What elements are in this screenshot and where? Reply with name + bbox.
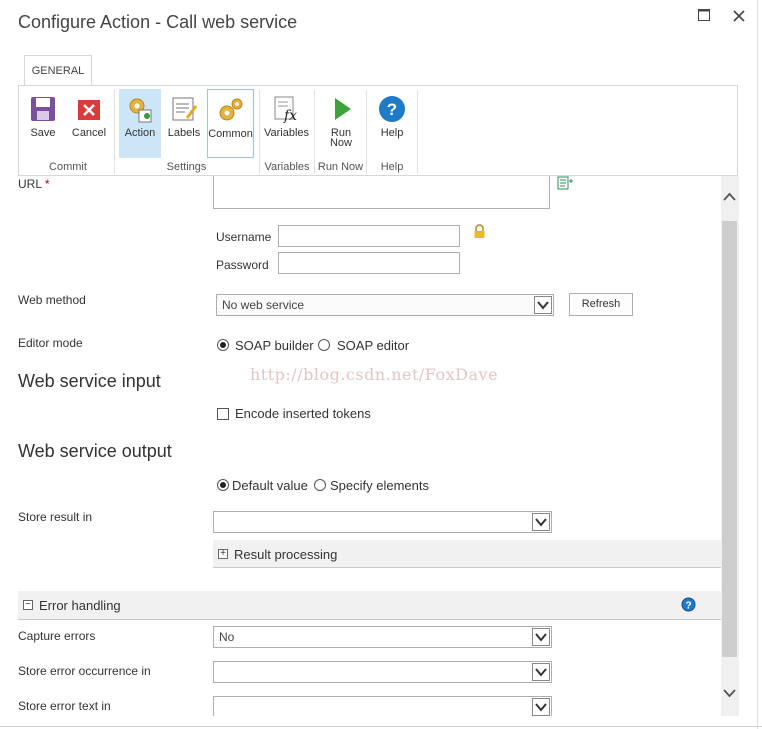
store-error-text-select[interactable]: [213, 696, 552, 716]
cancel-button[interactable]: Cancel: [68, 89, 110, 157]
refresh-button[interactable]: Refresh: [569, 293, 633, 316]
svg-text:?: ?: [685, 601, 691, 612]
gears-icon: [125, 94, 155, 124]
maximize-icon[interactable]: [698, 8, 710, 26]
store-error-occurrence-select[interactable]: [213, 661, 552, 683]
chevron-down-icon: [532, 513, 550, 531]
watermark: http://blog.csdn.net/FoxDave: [250, 365, 499, 384]
web-service-input-heading: Web service input: [18, 371, 161, 391]
error-handling-section[interactable]: − Error handling ?: [18, 591, 721, 620]
tab-general[interactable]: GENERAL: [24, 55, 92, 86]
group-help: Help: [380, 161, 404, 173]
labels-button[interactable]: Labels: [164, 89, 204, 157]
group-run-now: Run Now: [317, 161, 364, 173]
password-input[interactable]: [278, 252, 460, 274]
fx-icon: fx: [272, 94, 302, 124]
password-label: Password: [216, 258, 269, 272]
capture-errors-select[interactable]: No: [213, 626, 552, 648]
group-commit: Commit: [49, 161, 87, 173]
web-method-label: Web method: [18, 293, 86, 307]
svg-text:fx: fx: [283, 108, 297, 124]
encode-tokens-label: Encode inserted tokens: [235, 406, 371, 421]
insert-reference-icon[interactable]: [557, 176, 573, 195]
store-error-occurrence-label: Store error occurrence in: [18, 664, 151, 678]
username-input[interactable]: [278, 225, 460, 247]
floppy-disk-icon: [28, 94, 58, 124]
error-handling-label: Error handling: [39, 598, 121, 613]
scroll-up-icon[interactable]: [722, 190, 737, 209]
soap-editor-label: SOAP editor: [337, 338, 410, 353]
chevron-down-icon: [532, 663, 550, 681]
common-button[interactable]: Common: [207, 89, 254, 158]
store-result-select[interactable]: [213, 511, 552, 533]
help-icon[interactable]: ?: [681, 597, 696, 617]
svg-text:?: ?: [387, 100, 397, 119]
editor-mode-label: Editor mode: [18, 336, 83, 350]
run-now-button[interactable]: Run Now: [319, 89, 363, 157]
url-label: URL *: [18, 177, 50, 191]
chevron-down-icon: [532, 628, 550, 646]
soap-builder-label: SOAP builder: [235, 338, 314, 353]
scrollbar-thumb[interactable]: [722, 221, 737, 657]
result-processing-section[interactable]: + Result processing: [213, 540, 721, 568]
store-error-text-label: Store error text in: [18, 699, 111, 713]
expand-icon[interactable]: +: [218, 549, 228, 559]
group-settings: Settings: [166, 161, 207, 173]
common-gears-icon: [216, 95, 246, 125]
variables-button[interactable]: fx Variables: [263, 89, 310, 157]
chevron-down-icon: [532, 698, 550, 716]
close-icon[interactable]: [733, 9, 745, 27]
default-value-radio[interactable]: [217, 479, 229, 491]
cancel-icon: [74, 94, 104, 124]
soap-builder-radio[interactable]: [217, 339, 229, 351]
capture-errors-label: Capture errors: [18, 629, 96, 643]
specify-elements-radio[interactable]: [314, 479, 326, 491]
soap-editor-radio[interactable]: [318, 339, 330, 351]
lock-icon[interactable]: [473, 224, 486, 244]
action-button[interactable]: Action: [119, 89, 161, 158]
username-label: Username: [216, 230, 272, 244]
default-value-label: Default value: [232, 478, 308, 493]
chevron-down-icon: [534, 296, 552, 314]
help-icon: ?: [377, 94, 407, 124]
save-button[interactable]: Save: [23, 89, 63, 157]
play-icon: [326, 94, 356, 124]
web-method-select[interactable]: No web service: [216, 294, 554, 316]
dialog-title: Configure Action - Call web service: [18, 12, 298, 32]
ribbon-toolbar: Save Cancel Action Labels Common fx Vari…: [18, 85, 738, 176]
collapse-icon[interactable]: −: [23, 600, 33, 610]
store-result-label: Store result in: [18, 510, 93, 524]
group-variables: Variables: [264, 161, 310, 173]
encode-tokens-checkbox[interactable]: [217, 408, 229, 420]
result-processing-label: Result processing: [234, 547, 338, 562]
scroll-down-icon[interactable]: [722, 686, 737, 705]
labels-icon: [169, 94, 199, 124]
help-button[interactable]: ? Help: [371, 89, 413, 157]
specify-elements-label: Specify elements: [330, 478, 429, 493]
url-input[interactable]: [213, 176, 550, 209]
web-service-output-heading: Web service output: [18, 441, 172, 461]
